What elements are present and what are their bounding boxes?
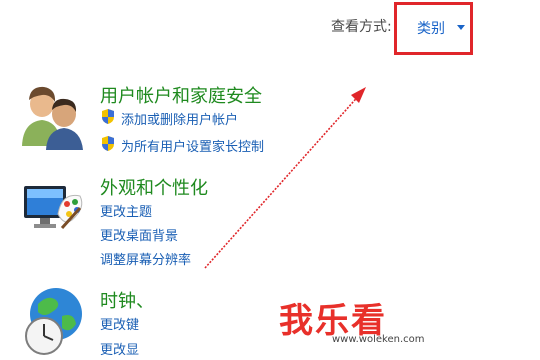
shield-icon bbox=[102, 136, 114, 151]
section-title-clock-language[interactable]: 时钟、 bbox=[100, 287, 154, 313]
link-parental-controls[interactable]: 为所有用户设置家长控制 bbox=[121, 136, 264, 155]
clock-globe-icon[interactable] bbox=[22, 284, 92, 360]
shield-icon bbox=[102, 109, 114, 124]
link-change-desktop-background[interactable]: 更改桌面背景 bbox=[100, 225, 178, 244]
link-adjust-resolution[interactable]: 调整屏幕分辨率 bbox=[100, 249, 191, 268]
section-title-appearance[interactable]: 外观和个性化 bbox=[100, 174, 208, 200]
link-change-keyboard[interactable]: 更改键 bbox=[100, 314, 139, 333]
users-icon[interactable] bbox=[20, 82, 86, 152]
watermark-url: www.woleken.com bbox=[332, 334, 425, 345]
link-change-display-language[interactable]: 更改显 bbox=[100, 339, 139, 358]
section-title-user-accounts[interactable]: 用户帐户和家庭安全 bbox=[100, 82, 262, 108]
link-change-theme[interactable]: 更改主题 bbox=[100, 201, 152, 220]
appearance-icon[interactable] bbox=[22, 178, 88, 238]
link-add-remove-accounts[interactable]: 添加或删除用户帐户 bbox=[121, 109, 238, 128]
